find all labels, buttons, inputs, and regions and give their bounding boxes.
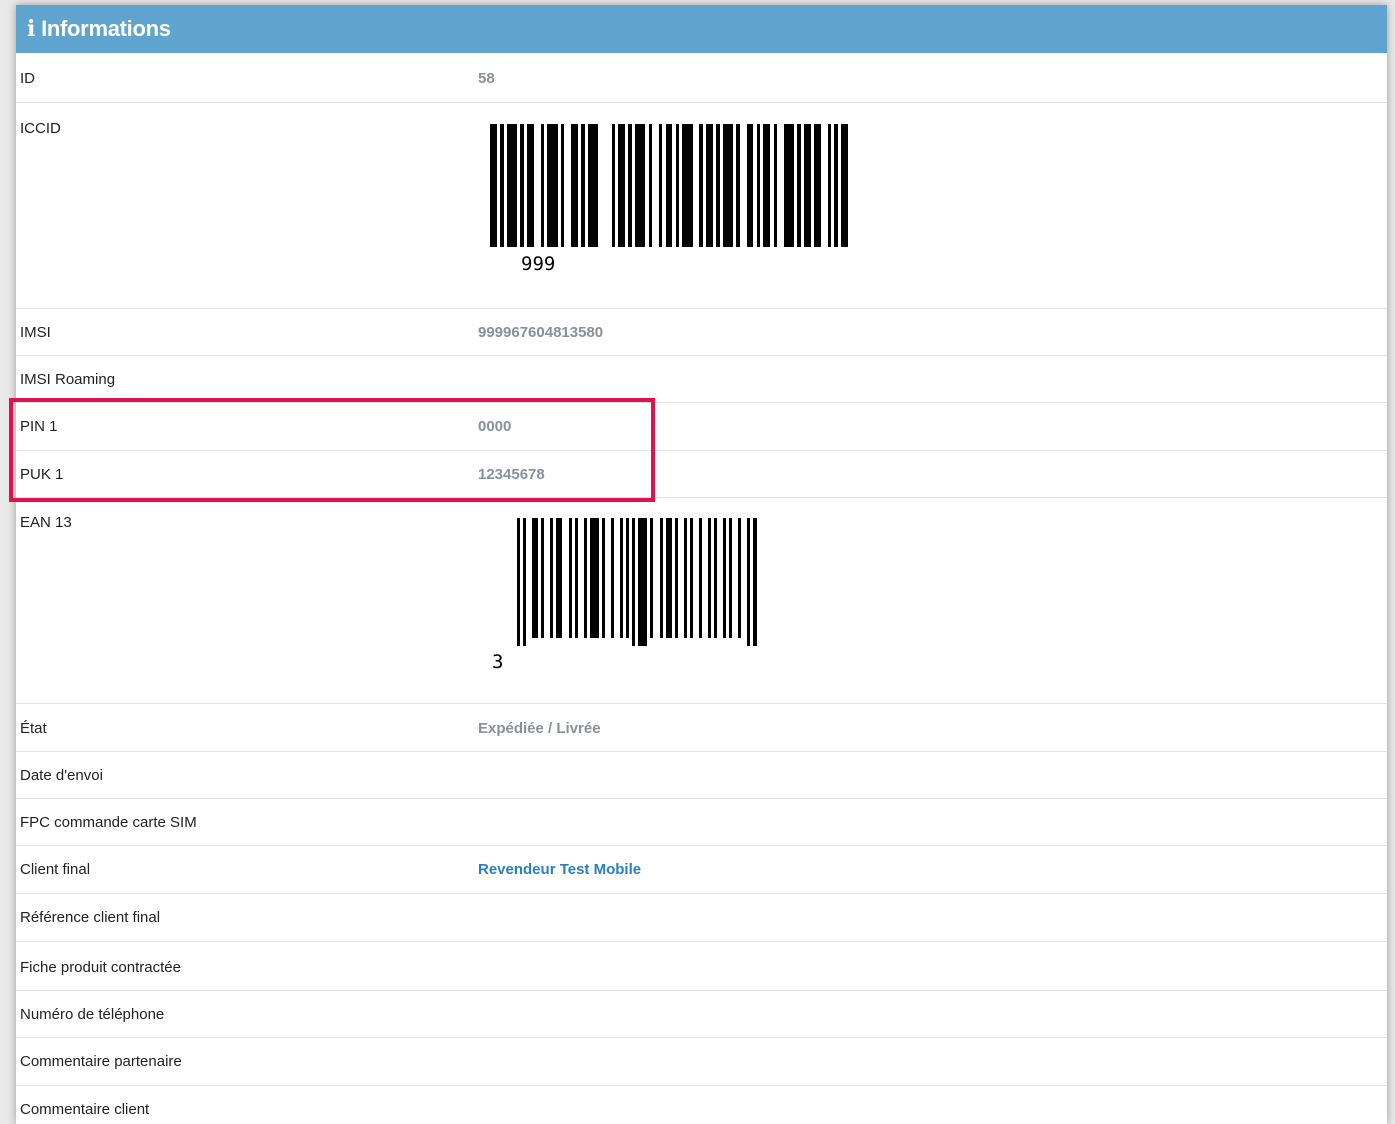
barcode-gap bbox=[821, 124, 828, 247]
ean13-barcode-text: 3 bbox=[492, 651, 504, 673]
label-commentaire-client: Commentaire client bbox=[20, 1101, 150, 1118]
barcode-gap bbox=[652, 124, 659, 247]
info-table: ID 58 ICCID 999 IMSI 999967604813580 IMS… bbox=[16, 53, 1387, 1124]
barcode-bar bbox=[763, 124, 771, 247]
row-commentaire-partenaire: Commentaire partenaire bbox=[16, 1038, 1387, 1086]
barcode-gap bbox=[740, 124, 747, 247]
client-final-link[interactable]: Revendeur Test Mobile bbox=[478, 861, 641, 878]
row-ean13: EAN 13 3 bbox=[16, 498, 1387, 704]
barcode-bar bbox=[587, 124, 598, 247]
label-pin1: PIN 1 bbox=[20, 418, 58, 435]
row-date-envoi: Date d'envoi bbox=[16, 752, 1387, 799]
barcode-gap bbox=[598, 124, 612, 247]
ean13-barcode-image bbox=[517, 518, 757, 646]
label-commentaire-partenaire: Commentaire partenaire bbox=[20, 1053, 182, 1070]
value-pin1: 0000 bbox=[478, 418, 512, 435]
label-iccid: ICCID bbox=[20, 120, 61, 137]
barcode-bar bbox=[753, 518, 757, 646]
barcode-gap bbox=[534, 124, 541, 247]
row-etat: État Expédiée / Livrée bbox=[16, 704, 1387, 752]
label-client-final: Client final bbox=[20, 861, 91, 878]
panel-header: i Informations bbox=[16, 5, 1387, 53]
barcode-bar bbox=[841, 124, 848, 247]
barcode-bar bbox=[682, 124, 693, 247]
label-puk1: PUK 1 bbox=[20, 466, 64, 483]
barcode-bar bbox=[803, 124, 811, 247]
barcode-bar bbox=[706, 124, 713, 247]
informations-panel: i Informations ID 58 ICCID 999 IMSI 9999… bbox=[16, 5, 1387, 1124]
row-imsi-roaming: IMSI Roaming bbox=[16, 356, 1387, 403]
label-date-envoi: Date d'envoi bbox=[20, 767, 103, 784]
label-id: ID bbox=[20, 70, 35, 87]
label-imsi-roaming: IMSI Roaming bbox=[20, 371, 116, 388]
iccid-barcode-image bbox=[490, 124, 848, 247]
row-iccid: ICCID 999 bbox=[16, 103, 1387, 309]
label-reference-client: Référence client final bbox=[20, 909, 161, 926]
barcode-bar bbox=[746, 124, 754, 247]
row-puk1: PUK 1 12345678 bbox=[16, 451, 1387, 498]
barcode-gap bbox=[693, 124, 700, 247]
barcode-bar bbox=[547, 124, 558, 247]
label-imsi: IMSI bbox=[20, 324, 51, 341]
barcode-gap bbox=[777, 124, 784, 247]
label-numero-telephone: Numéro de téléphone bbox=[20, 1006, 165, 1023]
iccid-barcode-text: 999 bbox=[521, 253, 556, 275]
barcode-bar bbox=[618, 124, 625, 247]
panel-title: Informations bbox=[41, 16, 171, 41]
barcode-bar bbox=[665, 124, 673, 247]
value-id: 58 bbox=[478, 70, 495, 87]
barcode-bar bbox=[571, 124, 578, 247]
barcode-bar bbox=[589, 518, 599, 639]
value-etat: Expédiée / Livrée bbox=[478, 720, 601, 737]
row-commentaire-client: Commentaire client bbox=[16, 1086, 1387, 1124]
row-fpc-commande: FPC commande carte SIM bbox=[16, 799, 1387, 846]
barcode-bar bbox=[722, 124, 733, 247]
row-client-final: Client final Revendeur Test Mobile bbox=[16, 846, 1387, 894]
barcode-bar bbox=[814, 124, 821, 247]
barcode-bar bbox=[638, 518, 648, 646]
barcode-bar bbox=[635, 124, 646, 247]
row-imsi: IMSI 999967604813580 bbox=[16, 309, 1387, 356]
value-puk1: 12345678 bbox=[478, 466, 545, 483]
barcode-bar bbox=[506, 124, 517, 247]
barcode-bar bbox=[490, 124, 497, 247]
row-numero-telephone: Numéro de téléphone bbox=[16, 991, 1387, 1038]
value-imsi: 999967604813580 bbox=[478, 324, 604, 341]
label-ean13: EAN 13 bbox=[20, 514, 72, 531]
row-fiche-produit: Fiche produit contractée bbox=[16, 942, 1387, 991]
label-etat: État bbox=[20, 720, 47, 737]
row-pin1: PIN 1 0000 bbox=[16, 403, 1387, 451]
info-icon: i bbox=[27, 16, 36, 42]
row-reference-client: Référence client final bbox=[16, 894, 1387, 942]
barcode-bar bbox=[527, 124, 534, 247]
barcode-bar bbox=[783, 124, 794, 247]
label-fpc-commande: FPC commande carte SIM bbox=[20, 814, 197, 831]
barcode-gap bbox=[564, 124, 571, 247]
row-id: ID 58 bbox=[16, 53, 1387, 103]
label-fiche-produit: Fiche produit contractée bbox=[20, 959, 181, 976]
